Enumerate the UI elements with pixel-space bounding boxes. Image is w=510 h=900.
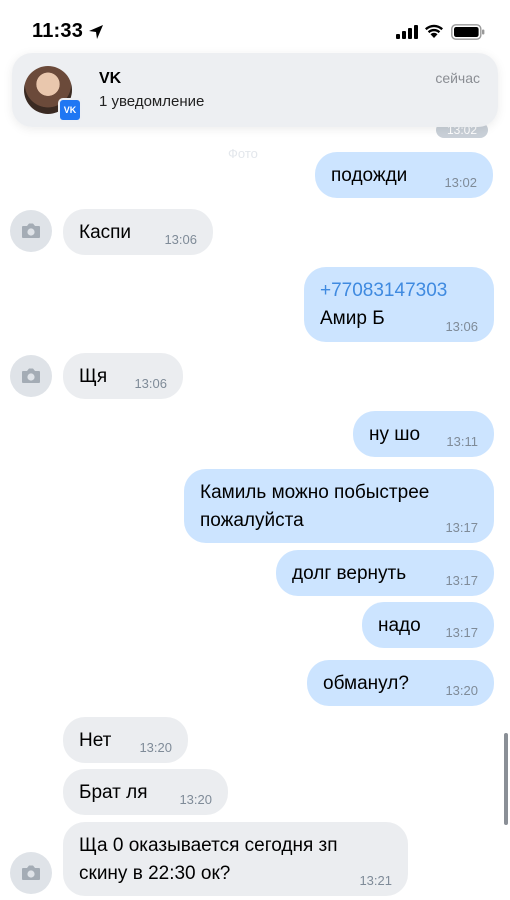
phone-link[interactable]: +77083147303 xyxy=(320,277,478,305)
message-time: 13:06 xyxy=(445,319,478,334)
chat-messages[interactable]: 13:02 Фото подожди 13:02 Каспи 13:06 +77… xyxy=(0,0,510,900)
message-time: 13:17 xyxy=(445,625,478,640)
incoming-message[interactable]: Ща 0 оказывается сегодня зп скину в 22:3… xyxy=(63,822,408,896)
incoming-message[interactable]: Каспи 13:06 xyxy=(63,209,213,255)
message-time: 13:17 xyxy=(445,573,478,588)
camera-icon xyxy=(22,368,40,383)
notification-app-name: VK xyxy=(99,70,122,87)
camera-icon xyxy=(22,865,40,880)
message-time: 13:17 xyxy=(445,520,478,535)
outgoing-message[interactable]: обманул? 13:20 xyxy=(307,660,494,706)
notification-subtitle: 1 уведомление xyxy=(99,93,205,110)
incoming-message[interactable]: Щя 13:06 xyxy=(63,353,183,399)
message-time: 13:21 xyxy=(359,873,392,888)
contact-avatar[interactable] xyxy=(10,210,52,252)
outgoing-message[interactable]: подожди 13:02 xyxy=(315,152,493,198)
outgoing-message[interactable]: ну шо 13:11 xyxy=(353,411,494,457)
message-time: 13:02 xyxy=(444,175,477,190)
camera-icon xyxy=(22,223,40,238)
message-time: 13:20 xyxy=(139,740,172,755)
message-time: 13:11 xyxy=(446,434,478,449)
outgoing-message[interactable]: долг вернуть 13:17 xyxy=(276,550,494,596)
contact-avatar[interactable] xyxy=(10,852,52,894)
incoming-message[interactable]: Брат ля 13:20 xyxy=(63,769,228,815)
outgoing-message[interactable]: Камиль можно побыстрее пожалуйста 13:17 xyxy=(184,469,494,543)
notification-banner[interactable]: VK VK 1 уведомление сейчас xyxy=(12,53,498,127)
message-text: Камиль можно побыстрее пожалуйста xyxy=(200,482,430,531)
contact-avatar[interactable] xyxy=(10,355,52,397)
message-time: 13:06 xyxy=(134,376,167,391)
message-text: Ща 0 оказывается сегодня зп скину в 22:3… xyxy=(79,835,338,884)
outgoing-message[interactable]: надо 13:17 xyxy=(362,602,494,648)
message-time: 13:20 xyxy=(179,792,212,807)
message-time: 13:06 xyxy=(164,232,197,247)
incoming-message[interactable]: Нет 13:20 xyxy=(63,717,188,763)
message-time: 13:20 xyxy=(445,683,478,698)
vk-logo-icon: VK xyxy=(58,98,82,122)
scrollbar-thumb[interactable] xyxy=(504,733,508,825)
faded-label: Фото xyxy=(228,146,258,161)
notification-time: сейчас xyxy=(435,70,480,86)
outgoing-message[interactable]: +77083147303 Амир Б 13:06 xyxy=(304,267,494,342)
